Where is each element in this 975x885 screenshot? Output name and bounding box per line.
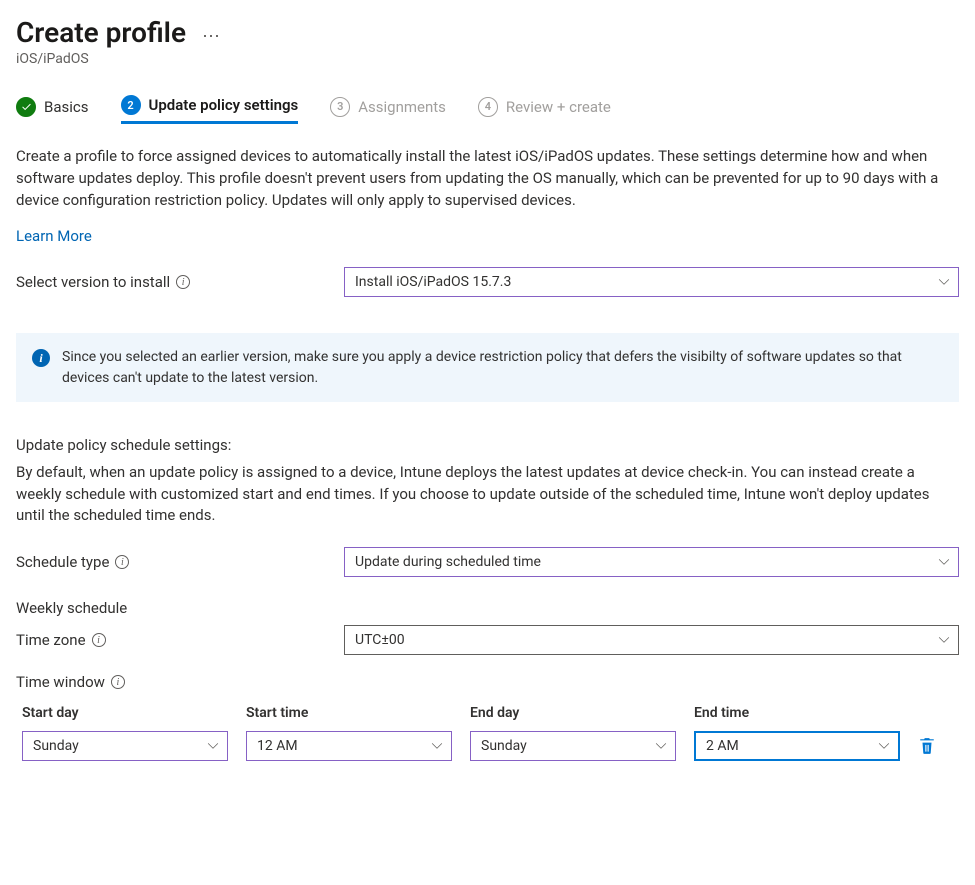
- schedule-type-value: Update during scheduled time: [355, 554, 541, 570]
- time-zone-value: UTC±00: [355, 632, 405, 648]
- time-window-header-row: Start day Start time End day End time: [16, 705, 959, 721]
- time-zone-dropdown[interactable]: UTC±00: [344, 625, 959, 655]
- schedule-settings-description: By default, when an update policy is ass…: [16, 462, 959, 527]
- check-icon: [16, 97, 36, 117]
- step-number-icon: 4: [478, 97, 498, 117]
- start-day-value: Sunday: [33, 738, 79, 754]
- col-start-day: Start day: [22, 705, 228, 721]
- chevron-down-icon: [207, 740, 219, 752]
- tab-label: Update policy settings: [149, 96, 299, 114]
- schedule-type-dropdown[interactable]: Update during scheduled time: [344, 547, 959, 577]
- more-options-button[interactable]: ⋯: [202, 20, 221, 47]
- tab-label: Assignments: [358, 98, 446, 116]
- time-zone-label: Time zone: [16, 631, 86, 649]
- chevron-down-icon: [878, 740, 890, 752]
- end-time-dropdown[interactable]: 2 AM: [694, 731, 900, 761]
- select-version-value: Install iOS/iPadOS 15.7.3: [355, 274, 511, 290]
- schedule-settings-heading: Update policy schedule settings:: [16, 436, 959, 454]
- tab-review-create[interactable]: 4 Review + create: [478, 97, 611, 123]
- end-time-value: 2 AM: [706, 738, 739, 754]
- chevron-down-icon: [938, 634, 950, 646]
- info-icon[interactable]: i: [176, 275, 190, 289]
- step-number-icon: 3: [330, 97, 350, 117]
- chevron-down-icon: [655, 740, 667, 752]
- tab-update-policy-settings[interactable]: 2 Update policy settings: [121, 95, 299, 124]
- tab-assignments[interactable]: 3 Assignments: [330, 97, 446, 123]
- trash-icon: [918, 737, 936, 755]
- chevron-down-icon: [938, 276, 950, 288]
- col-start-time: Start time: [246, 705, 452, 721]
- info-banner: i Since you selected an earlier version,…: [16, 333, 959, 402]
- weekly-schedule-heading: Weekly schedule: [16, 599, 959, 617]
- chevron-down-icon: [431, 740, 443, 752]
- info-icon[interactable]: i: [111, 675, 125, 689]
- info-icon: i: [32, 349, 50, 367]
- time-window-label: Time window: [16, 673, 105, 691]
- chevron-down-icon: [938, 556, 950, 568]
- info-icon[interactable]: i: [92, 633, 106, 647]
- col-end-time: End time: [694, 705, 900, 721]
- schedule-type-label: Schedule type: [16, 553, 109, 571]
- wizard-tabs: Basics 2 Update policy settings 3 Assign…: [16, 95, 959, 124]
- info-banner-text: Since you selected an earlier version, m…: [62, 347, 943, 388]
- start-time-dropdown[interactable]: 12 AM: [246, 731, 452, 761]
- learn-more-link[interactable]: Learn More: [16, 227, 92, 245]
- step-number-icon: 2: [121, 95, 141, 115]
- col-end-day: End day: [470, 705, 676, 721]
- end-day-dropdown[interactable]: Sunday: [470, 731, 676, 761]
- info-icon[interactable]: i: [115, 555, 129, 569]
- page-subtitle: iOS/iPadOS: [16, 51, 959, 67]
- tab-basics[interactable]: Basics: [16, 97, 89, 123]
- delete-row-button[interactable]: [918, 737, 936, 755]
- tab-label: Review + create: [506, 98, 611, 116]
- start-time-value: 12 AM: [257, 738, 298, 754]
- tab-label: Basics: [44, 98, 89, 116]
- intro-description: Create a profile to force assigned devic…: [16, 146, 959, 211]
- end-day-value: Sunday: [481, 738, 527, 754]
- time-window-row: Sunday 12 AM Sunday 2 AM: [16, 731, 959, 761]
- select-version-label: Select version to install: [16, 273, 170, 291]
- page-title: Create profile: [16, 16, 186, 49]
- select-version-dropdown[interactable]: Install iOS/iPadOS 15.7.3: [344, 267, 959, 297]
- start-day-dropdown[interactable]: Sunday: [22, 731, 228, 761]
